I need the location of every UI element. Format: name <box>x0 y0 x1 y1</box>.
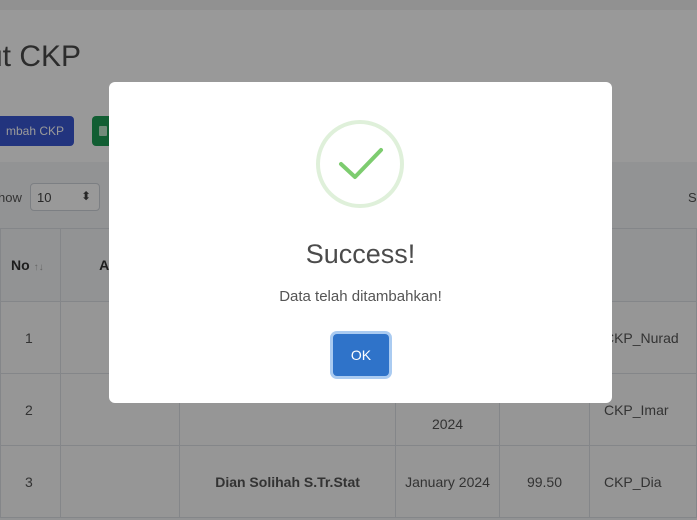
success-dialog: Success! Data telah ditambahkan! OK <box>109 82 612 403</box>
dialog-message: Data telah ditambahkan! <box>279 288 442 305</box>
ok-button[interactable]: OK <box>333 334 389 376</box>
success-check-icon <box>316 120 404 208</box>
dialog-title: Success! <box>305 239 416 269</box>
